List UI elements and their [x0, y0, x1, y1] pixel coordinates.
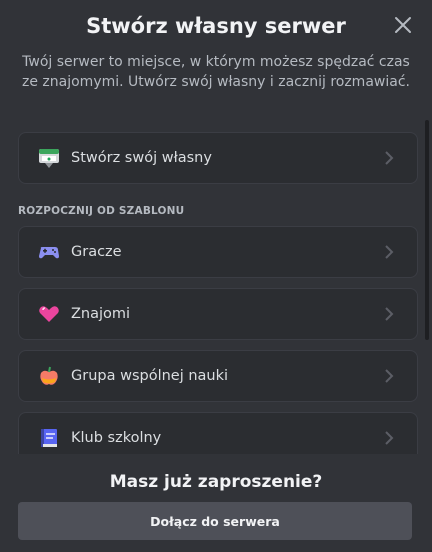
modal-title: Stwórz własny serwer — [86, 14, 346, 38]
scrollbar[interactable] — [425, 120, 429, 340]
invite-prompt: Masz już zaproszenie? — [109, 472, 323, 492]
chevron-right-icon — [379, 366, 399, 386]
template-option-gaming[interactable]: Gracze — [18, 226, 418, 278]
create-own-label: Stwórz swój własny — [71, 150, 212, 166]
modal-subtitle: Twój serwer to miejsce, w którym możesz … — [22, 54, 410, 90]
create-own-option[interactable]: Stwórz swój własny — [18, 132, 418, 184]
template-list[interactable]: Stwórz swój własny ROZPOCZNIJ OD SZABLON… — [0, 120, 432, 454]
template-label: Grupa wspólnej nauki — [71, 368, 229, 384]
template-option-school-club[interactable]: Klub szkolny — [18, 412, 418, 454]
create-server-icon — [33, 142, 65, 174]
template-label: Gracze — [71, 244, 122, 260]
chevron-right-icon — [379, 242, 399, 262]
create-server-modal: Stwórz własny serwer Twój serwer to miej… — [0, 0, 432, 552]
template-label: Znajomi — [71, 306, 131, 322]
template-option-study-group[interactable]: Grupa wspólnej nauki — [18, 350, 418, 402]
gamepad-icon — [33, 236, 65, 268]
book-icon — [33, 422, 65, 454]
chevron-right-icon — [379, 428, 399, 448]
chevron-right-icon — [379, 148, 399, 168]
template-label: Klub szkolny — [71, 430, 162, 446]
close-icon[interactable] — [392, 14, 414, 36]
apple-icon — [33, 360, 65, 392]
template-section-label: ROZPOCZNIJ OD SZABLONU — [18, 205, 185, 217]
join-server-button[interactable]: Dołącz do serwera — [18, 502, 412, 540]
heart-icon — [33, 298, 65, 330]
template-option-friends[interactable]: Znajomi — [18, 288, 418, 340]
chevron-right-icon — [379, 304, 399, 324]
